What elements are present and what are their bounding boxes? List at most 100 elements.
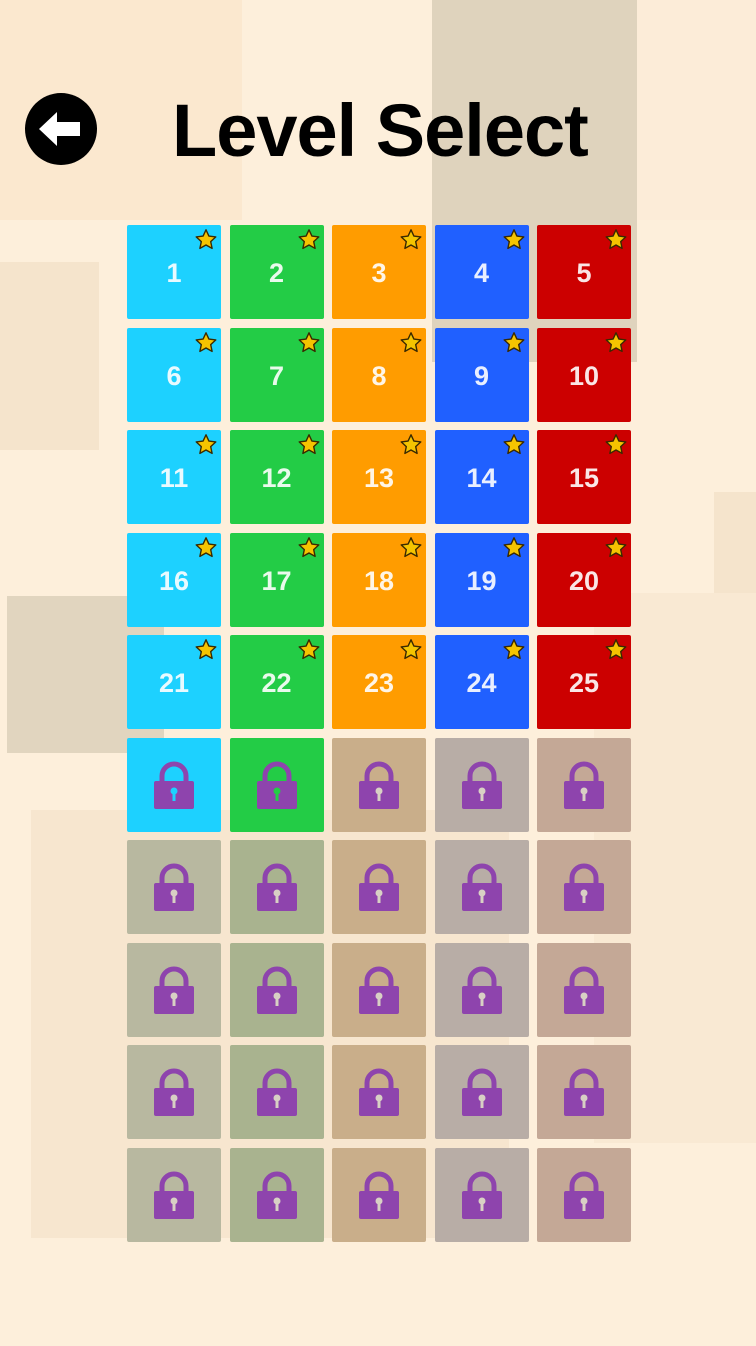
locked-level-tile[interactable] [537, 942, 631, 1037]
locked-level-tile[interactable] [434, 840, 529, 934]
level-number: 2 [268, 258, 285, 288]
star-icon [298, 331, 319, 352]
locked-level-tile[interactable] [434, 942, 529, 1037]
star-icon [605, 229, 627, 250]
level-tile[interactable]: 18 [332, 532, 426, 627]
level-tile[interactable]: 17 [229, 532, 324, 627]
lock-icon [154, 1068, 194, 1116]
level-tile[interactable]: 12 [229, 430, 324, 524]
level-number: 18 [363, 565, 395, 596]
level-number: 8 [371, 360, 387, 391]
level-tile[interactable]: 19 [434, 532, 529, 627]
level-number: 25 [568, 668, 600, 698]
locked-level-tile[interactable] [229, 1045, 324, 1139]
locked-level-tile[interactable] [332, 1147, 426, 1242]
star-icon [400, 229, 422, 250]
level-tile[interactable]: 20 [537, 532, 631, 627]
lock-icon [461, 1171, 502, 1219]
locked-level-tile[interactable] [127, 942, 221, 1037]
locked-level-tile[interactable] [127, 1147, 221, 1242]
level-tile[interactable]: 11 [127, 430, 221, 524]
locked-level-tile[interactable] [537, 1147, 631, 1242]
lock-icon [564, 1068, 604, 1116]
locked-level-tile[interactable] [127, 737, 221, 832]
lock-icon [256, 863, 297, 911]
level-tile[interactable]: 21 [127, 635, 221, 729]
level-number: 14 [466, 463, 497, 493]
locked-level-tile[interactable] [537, 1045, 631, 1139]
locked-level-tile[interactable] [127, 1045, 221, 1139]
star-icon [298, 434, 319, 455]
lock-icon [154, 761, 194, 809]
level-tile[interactable]: 16 [127, 532, 221, 627]
locked-level-tile[interactable] [229, 1147, 324, 1242]
level-number: 24 [466, 668, 497, 698]
level-tile[interactable]: 5 [537, 225, 631, 319]
level-tile[interactable]: 14 [434, 430, 529, 524]
level-number: 10 [568, 360, 600, 391]
level-tile[interactable]: 8 [332, 327, 426, 422]
locked-level-tile[interactable] [434, 1045, 529, 1139]
level-tile[interactable]: 7 [229, 327, 324, 422]
locked-level-tile[interactable] [127, 840, 221, 934]
arrow-left-icon [39, 112, 80, 146]
level-tile[interactable]: 9 [434, 327, 529, 422]
star-icon [400, 331, 422, 352]
back-button[interactable] [25, 93, 97, 165]
level-tile[interactable]: 22 [229, 635, 324, 729]
star-icon [195, 536, 217, 557]
star-icon [400, 434, 422, 455]
lock-icon [154, 1171, 194, 1219]
level-tile[interactable]: 15 [537, 430, 631, 524]
lock-icon [256, 1171, 297, 1219]
level-tile[interactable]: 23 [332, 635, 426, 729]
level-number: 13 [363, 463, 395, 493]
lock-icon [461, 863, 502, 911]
lock-icon [256, 761, 297, 809]
background-shape [0, 262, 99, 450]
locked-level-tile[interactable] [229, 840, 324, 934]
level-tile[interactable]: 25 [537, 635, 631, 729]
star-icon [400, 639, 422, 660]
level-number: 1 [166, 258, 182, 288]
level-tile[interactable]: 10 [537, 327, 631, 422]
background-shape [714, 492, 756, 680]
lock-icon [359, 966, 399, 1014]
level-tile[interactable]: 2 [229, 225, 324, 319]
level-tile[interactable]: 1 [127, 225, 221, 319]
level-tile[interactable]: 6 [127, 327, 221, 422]
lock-icon [359, 761, 399, 809]
star-icon [400, 536, 422, 557]
level-number: 7 [268, 360, 285, 391]
locked-level-tile[interactable] [434, 737, 529, 832]
level-tile[interactable]: 3 [332, 225, 426, 319]
level-number: 22 [261, 668, 292, 698]
level-tile[interactable]: 13 [332, 430, 426, 524]
locked-level-tile[interactable] [332, 737, 426, 832]
locked-level-tile[interactable] [332, 1045, 426, 1139]
lock-icon [461, 966, 502, 1014]
star-icon [195, 639, 217, 660]
locked-level-tile[interactable] [537, 737, 631, 832]
star-icon [195, 331, 217, 352]
locked-level-tile[interactable] [434, 1147, 529, 1242]
locked-level-tile[interactable] [229, 737, 324, 832]
star-icon [605, 331, 627, 352]
level-tile[interactable]: 24 [434, 635, 529, 729]
level-number: 11 [159, 463, 189, 493]
locked-level-tile[interactable] [537, 840, 631, 934]
lock-icon [564, 966, 604, 1014]
level-tile[interactable]: 4 [434, 225, 529, 319]
level-number: 3 [371, 258, 387, 288]
locked-level-tile[interactable] [332, 942, 426, 1037]
star-icon [605, 536, 627, 557]
lock-icon [359, 1068, 399, 1116]
star-icon [195, 434, 217, 455]
star-icon [195, 229, 217, 250]
locked-level-tile[interactable] [332, 840, 426, 934]
star-icon [503, 331, 524, 352]
star-icon [298, 639, 319, 660]
lock-icon [564, 761, 604, 809]
locked-level-tile[interactable] [229, 942, 324, 1037]
lock-icon [256, 966, 297, 1014]
